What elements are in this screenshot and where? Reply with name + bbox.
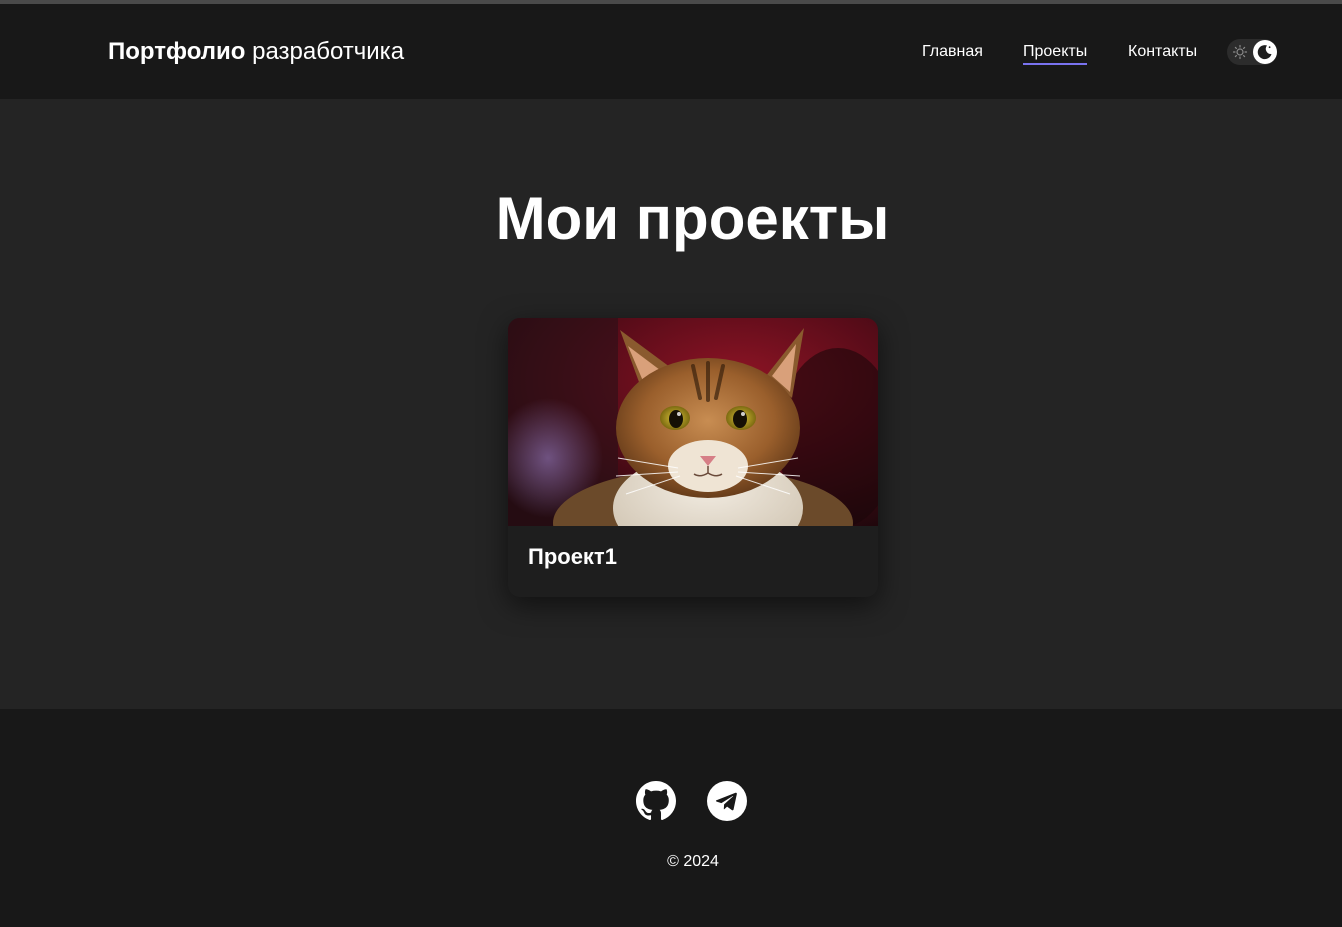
- github-icon[interactable]: [636, 781, 676, 821]
- moon-icon: [1257, 45, 1272, 60]
- nav-link-home[interactable]: Главная: [922, 42, 983, 62]
- project-card[interactable]: Проект1: [508, 318, 878, 597]
- sun-icon: [1232, 44, 1248, 60]
- nav-link-contacts[interactable]: Контакты: [1128, 42, 1197, 62]
- theme-toggle-knob: [1253, 40, 1277, 64]
- nav-link-projects[interactable]: Проекты: [1023, 42, 1088, 65]
- project-image: [508, 318, 878, 526]
- telegram-icon[interactable]: [707, 781, 747, 821]
- theme-toggle[interactable]: [1227, 39, 1277, 65]
- copyright-text: © 2024: [667, 853, 719, 870]
- project-title: Проект1: [528, 544, 617, 569]
- site-footer: © 2024: [0, 709, 1342, 927]
- page-title: Мои проекты: [495, 185, 890, 252]
- site-header: Портфолио разработчика Главная Проекты К…: [0, 4, 1342, 99]
- projects-section: Мои проекты Проект1: [0, 99, 1342, 709]
- logo-bold-text: Портфолио: [108, 38, 246, 65]
- logo-normal-text: разработчика: [245, 38, 405, 65]
- site-logo[interactable]: Портфолио разработчика: [108, 38, 404, 66]
